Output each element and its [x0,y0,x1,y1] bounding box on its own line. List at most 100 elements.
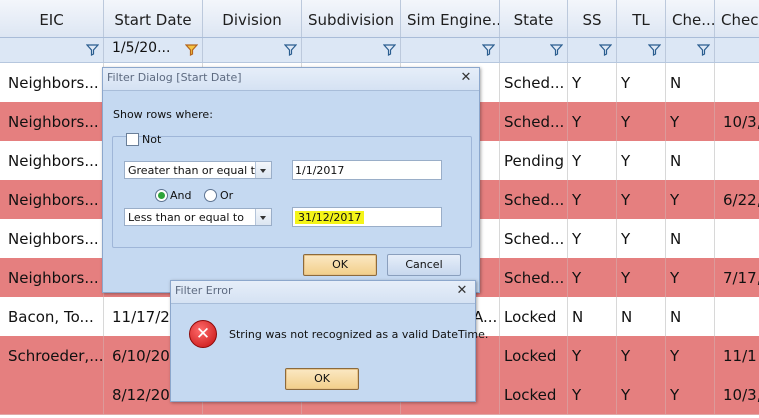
filter-cell-eic[interactable] [0,38,104,62]
cell-state[interactable]: Sched... [500,219,568,258]
value1-input[interactable]: 1/1/2017 [292,160,442,180]
filter-funnel-icon[interactable] [383,43,396,56]
cell-che[interactable]: Y [666,375,715,414]
cell-ss[interactable]: Y [568,63,617,102]
cell-state[interactable]: Locked [500,297,568,336]
column-header-sim-engine[interactable]: Sim Engine... [401,0,500,37]
column-header-chec[interactable]: Chec [715,0,759,37]
filter-funnel-icon[interactable] [697,43,710,56]
filter-cell-che[interactable] [666,38,715,62]
cell-ss[interactable]: Y [568,258,617,297]
not-checkbox[interactable] [126,133,139,146]
cell-ss[interactable]: Y [568,375,617,414]
cell-ss[interactable]: Y [568,336,617,375]
filter-funnel-icon[interactable] [284,43,297,56]
cell-ss[interactable]: Y [568,102,617,141]
cell-chec[interactable] [715,297,759,336]
cell-chec[interactable] [715,141,759,180]
and-radio[interactable] [155,189,168,202]
cell-state[interactable]: Locked [500,336,568,375]
operator1-select[interactable]: Greater than or equal to [124,161,272,179]
cell-chec[interactable]: 10/3, [715,102,759,141]
column-header-che[interactable]: Che... [666,0,715,37]
cell-chec[interactable]: 7/17, [715,258,759,297]
column-header-start-date[interactable]: Start Date [104,0,203,37]
close-icon[interactable]: ✕ [454,283,470,299]
cell-chec[interactable] [715,219,759,258]
cell-ss[interactable]: Y [568,219,617,258]
cell-tl[interactable]: Y [617,375,666,414]
filter-dialog-titlebar[interactable]: Filter Dialog [Start Date] ✕ [103,68,479,91]
close-icon[interactable]: ✕ [458,70,474,86]
cell-chec[interactable]: 11/1 [715,336,759,375]
cell-eic[interactable]: Neighbors... [0,219,104,258]
filter-funnel-active-icon[interactable] [185,43,198,56]
cell-eic[interactable]: Schroeder,... [0,336,104,375]
cell-chec[interactable]: 10/3, [715,375,759,414]
cell-ss[interactable]: Y [568,180,617,219]
cell-che[interactable]: N [666,141,715,180]
filter-funnel-icon[interactable] [599,43,612,56]
filter-cancel-button[interactable]: Cancel [387,254,461,276]
column-header-tl[interactable]: TL [617,0,666,37]
or-radio[interactable] [204,189,217,202]
cell-che[interactable]: Y [666,336,715,375]
filter-cell-subdivision[interactable] [302,38,401,62]
filter-cell-sim-engine[interactable] [401,38,500,62]
cell-chec[interactable]: 6/22, [715,180,759,219]
cell-che[interactable]: N [666,297,715,336]
cell-che[interactable]: Y [666,180,715,219]
cell-tl[interactable]: Y [617,336,666,375]
filter-funnel-icon[interactable] [86,43,99,56]
cell-tl[interactable]: N [617,297,666,336]
cell-state[interactable]: Locked [500,375,568,414]
filter-cell-division[interactable] [203,38,302,62]
cell-eic[interactable]: Neighbors... [0,258,104,297]
filter-cell-chec[interactable] [715,38,759,62]
operator2-select[interactable]: Less than or equal to [124,208,272,226]
cell-state[interactable]: Sched... [500,180,568,219]
filter-cell-state[interactable] [500,38,568,62]
column-header-ss[interactable]: SS [568,0,617,37]
error-ok-button[interactable]: OK [285,368,359,390]
cell-chec[interactable] [715,63,759,102]
cell-eic[interactable]: Neighbors... [0,102,104,141]
column-header-eic[interactable]: EIC [0,0,104,37]
filter-ok-button[interactable]: OK [303,254,377,276]
cell-che[interactable]: N [666,63,715,102]
filter-funnel-icon[interactable] [550,43,563,56]
cell-tl[interactable]: Y [617,258,666,297]
cell-eic[interactable] [0,375,104,414]
column-header-subdivision[interactable]: Subdivision [302,0,401,37]
cell-tl[interactable]: Y [617,219,666,258]
cell-eic[interactable]: Bacon, To... [0,297,104,336]
value2-input[interactable]: 31/12/2017 [292,207,442,227]
column-header-state[interactable]: State [500,0,568,37]
cell-state[interactable]: Sched... [500,63,568,102]
cell-che[interactable]: N [666,219,715,258]
chevron-down-icon[interactable] [255,162,271,178]
column-header-division[interactable]: Division [203,0,302,37]
cell-state[interactable]: Sched... [500,258,568,297]
cell-eic[interactable]: Neighbors... [0,180,104,219]
cell-ss[interactable]: Y [568,141,617,180]
cell-ss[interactable]: N [568,297,617,336]
cell-tl[interactable]: Y [617,180,666,219]
cell-eic[interactable]: Neighbors... [0,141,104,180]
filter-cell-tl[interactable] [617,38,666,62]
cell-tl[interactable]: Y [617,102,666,141]
cell-tl[interactable]: Y [617,63,666,102]
filter-funnel-icon[interactable] [482,43,495,56]
cell-che[interactable]: Y [666,258,715,297]
cell-eic[interactable]: Neighbors... [0,63,104,102]
chevron-down-icon[interactable] [255,209,271,225]
cell-che[interactable]: Y [666,102,715,141]
filter-funnel-icon[interactable] [648,43,661,56]
filter-cell-start-date[interactable]: 1/5/20... [104,38,203,62]
filter-cell-ss[interactable] [568,38,617,62]
error-dialog-titlebar[interactable]: Filter Error ✕ [171,281,475,304]
cell-state[interactable]: Sched... [500,102,568,141]
cell-tl[interactable]: Y [617,141,666,180]
cell-state[interactable]: Pending [500,141,568,180]
filter-error-dialog: Filter Error ✕ ✕ String was not recogniz… [170,280,488,402]
